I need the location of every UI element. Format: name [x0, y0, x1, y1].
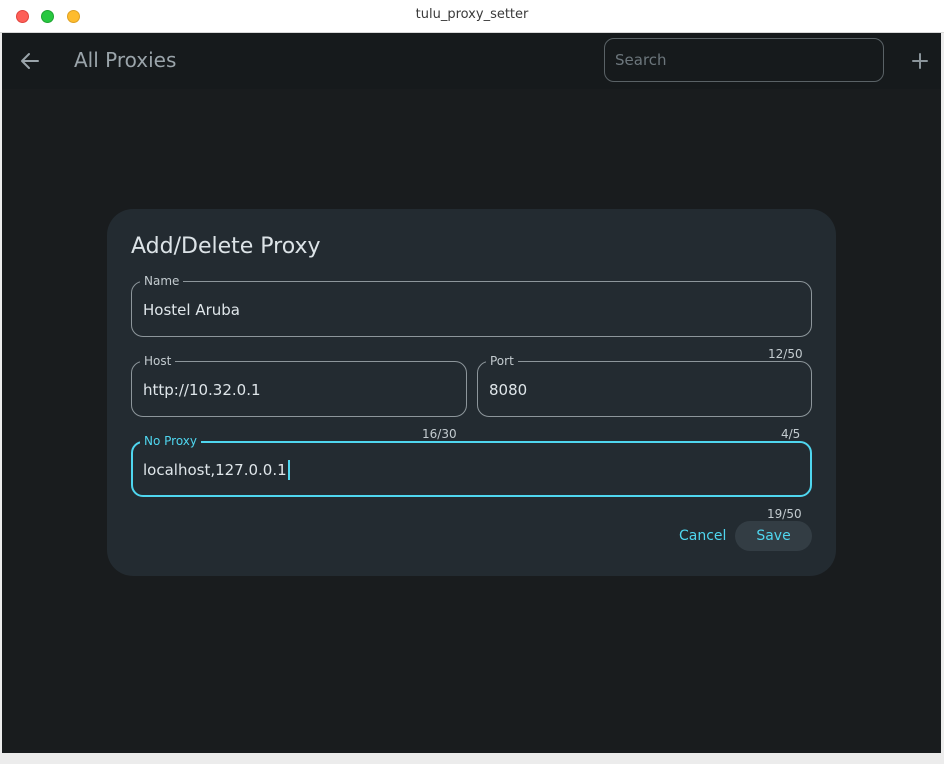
- name-field[interactable]: Name Hostel Aruba: [131, 273, 812, 337]
- host-field-label: Host: [140, 353, 176, 369]
- port-field-value[interactable]: 8080: [489, 380, 527, 400]
- text-caret: [287, 460, 290, 480]
- host-field-value[interactable]: http://10.32.0.1: [143, 380, 261, 400]
- no-proxy-field-value-wrap[interactable]: localhost,127.0.0.1: [143, 460, 290, 480]
- back-button[interactable]: [14, 45, 46, 77]
- no-proxy-field-label: No Proxy: [140, 433, 202, 449]
- window-bottom-edge: [0, 753, 944, 764]
- port-field-label: Port: [486, 353, 518, 369]
- plus-icon: [912, 53, 928, 69]
- no-proxy-char-counter: 19/50: [767, 507, 802, 521]
- host-field[interactable]: Host http://10.32.0.1: [131, 353, 467, 417]
- add-proxy-button[interactable]: [908, 49, 932, 73]
- name-field-label: Name: [140, 273, 184, 289]
- window-title: tulu_proxy_setter: [415, 7, 529, 22]
- name-char-counter: 12/50: [768, 347, 803, 361]
- arrow-left-icon: [21, 53, 39, 69]
- page-title: All Proxies: [74, 48, 177, 72]
- save-button[interactable]: Save: [735, 521, 812, 551]
- port-char-counter: 4/5: [781, 427, 801, 441]
- dialog-title: Add/Delete Proxy: [131, 234, 321, 259]
- no-proxy-field-value: localhost,127.0.0.1: [143, 461, 287, 479]
- app-bar: All Proxies: [2, 33, 941, 89]
- add-delete-proxy-dialog: Add/Delete Proxy Name Hostel Aruba 12/50…: [107, 209, 836, 576]
- search-input[interactable]: [615, 39, 873, 81]
- no-proxy-field[interactable]: No Proxy localhost,127.0.0.1: [131, 433, 812, 497]
- search-field[interactable]: [604, 38, 884, 82]
- host-char-counter: 16/30: [422, 427, 457, 441]
- app-window: tulu_proxy_setter All Proxies Add/Delete…: [0, 0, 944, 764]
- window-titlebar: tulu_proxy_setter: [0, 0, 944, 33]
- port-field[interactable]: Port 8080: [477, 353, 812, 417]
- cancel-button[interactable]: Cancel: [673, 521, 732, 551]
- app-content: All Proxies Add/Delete Proxy Name Hostel…: [2, 33, 941, 753]
- name-field-value[interactable]: Hostel Aruba: [143, 300, 240, 320]
